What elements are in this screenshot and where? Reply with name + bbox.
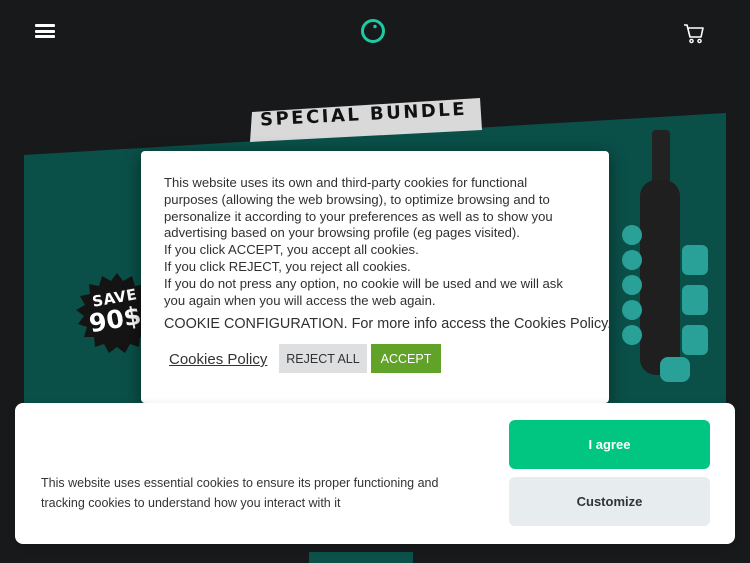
agree-button[interactable]: I agree xyxy=(509,420,710,469)
cookies-policy-link[interactable]: Cookies Policy xyxy=(169,351,267,368)
hamburger-menu-icon[interactable] xyxy=(35,24,55,38)
shop-now-button[interactable] xyxy=(309,552,413,563)
cookie-text-line: purposes (allowing the web browsing), to… xyxy=(164,191,550,207)
saxophone-image xyxy=(622,130,708,382)
cookie-text-line: This website uses its own and third-part… xyxy=(164,175,528,190)
consent-banner: This website uses essential cookies to e… xyxy=(15,403,735,544)
shopping-cart-icon[interactable] xyxy=(682,21,706,45)
cookie-text-line: If you click REJECT, you reject all cook… xyxy=(164,258,411,274)
consent-text: This website uses essential cookies to e… xyxy=(41,476,439,510)
accept-button[interactable]: ACCEPT xyxy=(371,344,441,373)
site-header xyxy=(0,0,750,62)
cookie-config-text: COOKIE CONFIGURATION. For more info acce… xyxy=(164,316,612,332)
cookie-modal: This website uses its own and third-part… xyxy=(141,151,612,403)
cookie-text-line: advertising based on your browsing profi… xyxy=(164,225,520,241)
cookie-text-line: personalize it according to your prefere… xyxy=(164,208,553,224)
circle-logo-icon[interactable] xyxy=(360,18,386,44)
customize-button[interactable]: Customize xyxy=(509,477,710,526)
reject-all-button[interactable]: REJECT ALL xyxy=(279,344,367,373)
cookie-text-line: If you click ACCEPT, you accept all cook… xyxy=(164,242,419,258)
cookie-text-line: you again when you will access the web a… xyxy=(164,292,436,308)
cookie-text-line: If you do not press any option, no cooki… xyxy=(164,275,563,291)
cookie-modal-text: This website uses its own and third-part… xyxy=(164,175,609,309)
